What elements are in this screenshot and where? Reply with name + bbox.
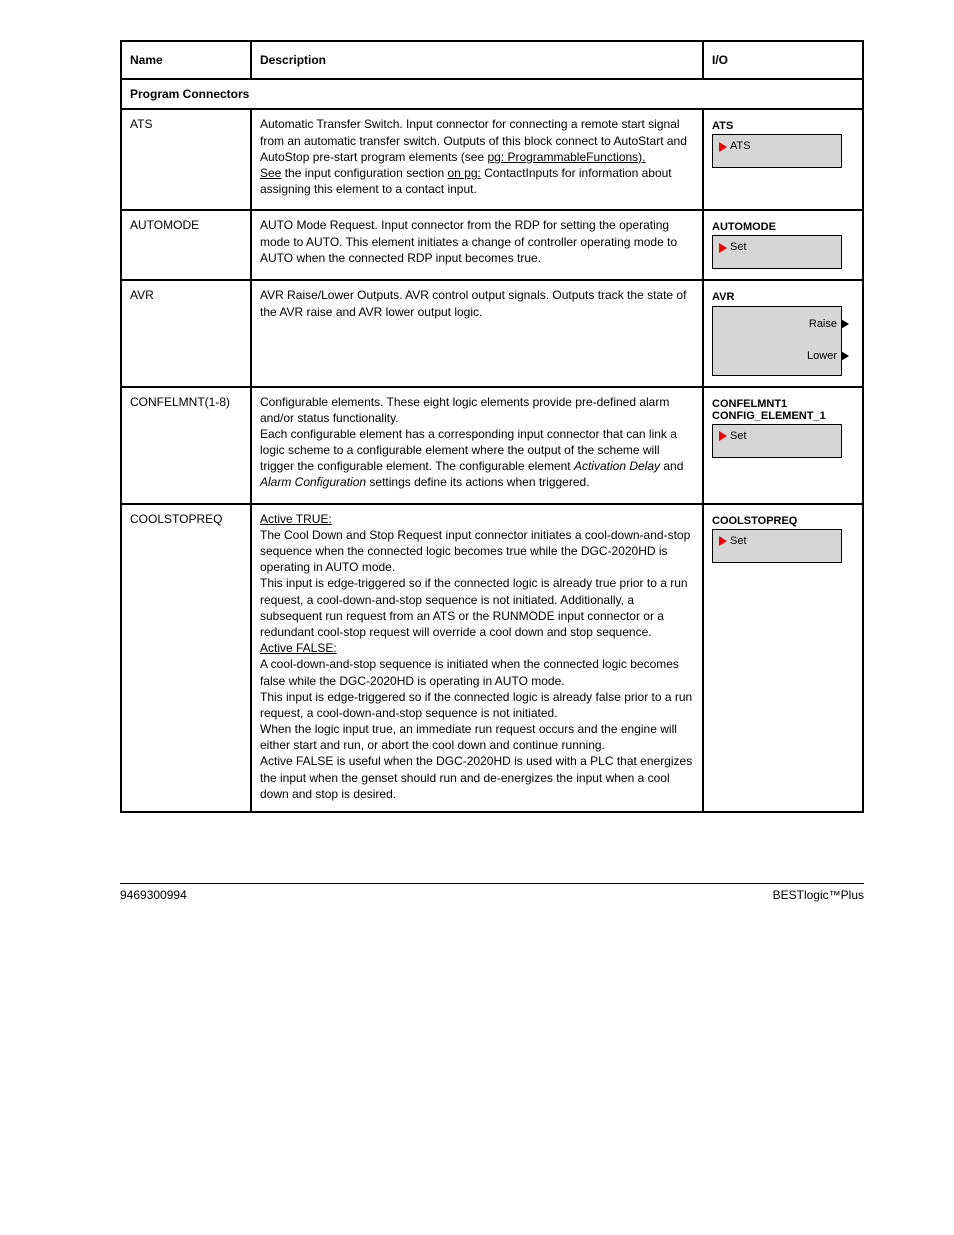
description-text: Active TRUE:The Cool Down and Stop Reque… (260, 511, 694, 802)
footer-left: 9469300994 (120, 888, 187, 902)
io-block-title: AUTOMODE (712, 221, 854, 233)
row-io-cell: ATS ATS (703, 109, 863, 210)
io-block: Set (712, 235, 842, 269)
io-block-title: CONFELMNT1CONFIG_ELEMENT_1 (712, 398, 854, 422)
description-text: Configurable elements. These eight logic… (260, 394, 694, 491)
row-io-cell: CONFELMNT1CONFIG_ELEMENT_1 Set (703, 387, 863, 504)
input-arrow-icon (719, 142, 727, 152)
row-description: AVR Raise/Lower Outputs. AVR control out… (251, 280, 703, 386)
input-arrow-icon (719, 536, 727, 546)
col-header-io: I/O (703, 41, 863, 79)
row-name: COOLSTOPREQ (121, 504, 251, 812)
table-row: ATS Automatic Transfer Switch. Input con… (121, 109, 863, 210)
section-row: Program Connectors (121, 79, 863, 109)
row-description: Active TRUE:The Cool Down and Stop Reque… (251, 504, 703, 812)
output-arrow-icon (841, 319, 849, 329)
table-row: CONFELMNT(1-8) Configurable elements. Th… (121, 387, 863, 504)
row-name: AUTOMODE (121, 210, 251, 280)
io-output-label: Lower (807, 349, 837, 364)
col-header-description: Description (251, 41, 703, 79)
row-description: AUTO Mode Request. Input connector from … (251, 210, 703, 280)
row-io-cell: AVR Raise Lower (703, 280, 863, 386)
io-block-title: ATS (712, 120, 854, 132)
row-name: AVR (121, 280, 251, 386)
io-block: Set (712, 424, 842, 458)
input-arrow-icon (719, 243, 727, 253)
program-connectors-table: Name Description I/O Program Connectors … (120, 40, 864, 813)
io-input-label: Set (730, 535, 747, 547)
row-io-cell: COOLSTOPREQ Set (703, 504, 863, 812)
description-text: AVR Raise/Lower Outputs. AVR control out… (260, 287, 694, 319)
io-output-label: Raise (809, 317, 837, 332)
col-header-name: Name (121, 41, 251, 79)
table-row: AUTOMODE AUTO Mode Request. Input connec… (121, 210, 863, 280)
input-arrow-icon (719, 431, 727, 441)
row-io-cell: AUTOMODE Set (703, 210, 863, 280)
io-block: ATS (712, 134, 842, 168)
io-block: Raise Lower (712, 306, 842, 376)
page-footer: 9469300994 BESTlogic™Plus (120, 883, 864, 902)
row-name: CONFELMNT(1-8) (121, 387, 251, 504)
io-input-label: Set (730, 430, 747, 442)
io-block-title: COOLSTOPREQ (712, 515, 854, 527)
description-text: AUTO Mode Request. Input connector from … (260, 217, 694, 266)
row-name: ATS (121, 109, 251, 210)
table-row: AVR AVR Raise/Lower Outputs. AVR control… (121, 280, 863, 386)
output-arrow-icon (841, 351, 849, 361)
section-title: Program Connectors (121, 79, 863, 109)
table-row: COOLSTOPREQ Active TRUE:The Cool Down an… (121, 504, 863, 812)
io-block-title: AVR (712, 291, 854, 303)
table-header-row: Name Description I/O (121, 41, 863, 79)
io-block: Set (712, 529, 842, 563)
io-input-label: ATS (730, 140, 751, 152)
row-description: Automatic Transfer Switch. Input connect… (251, 109, 703, 210)
row-description: Configurable elements. These eight logic… (251, 387, 703, 504)
description-text: Automatic Transfer Switch. Input connect… (260, 116, 694, 197)
footer-right: BESTlogic™Plus (773, 888, 864, 902)
io-input-label: Set (730, 241, 747, 253)
